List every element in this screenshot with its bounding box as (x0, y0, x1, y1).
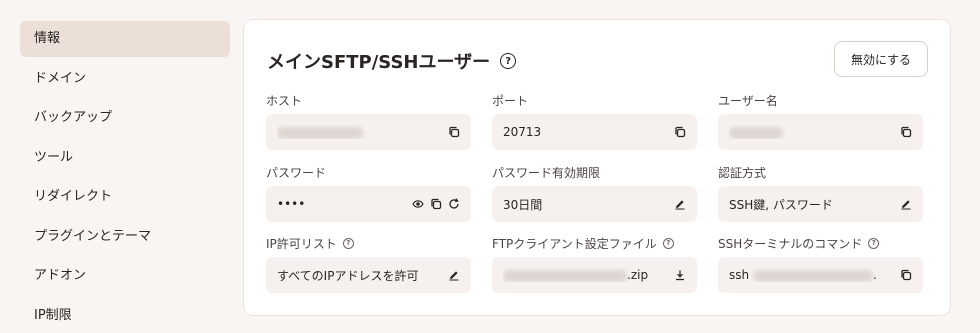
copy-icon[interactable] (429, 197, 443, 211)
sidebar: 情報 ドメイン バックアップ ツール リダイレクト プラグインとテーマ アドオン… (20, 21, 230, 333)
port-box: 20713 (492, 114, 697, 150)
sidebar-item-redirects[interactable]: リダイレクト (20, 179, 230, 215)
disable-button[interactable]: 無効にする (834, 41, 928, 77)
question-circle-icon[interactable]: ? (500, 53, 517, 69)
ftp-config-field: FTPクライアント設定ファイル ? .zip (492, 235, 697, 293)
ip-allowlist-box: すべてのIPアドレスを許可 (266, 257, 471, 293)
ip-allowlist-label: IP許可リスト (266, 236, 337, 251)
ssh-command-label-row: SSHターミナルのコマンド ? (718, 235, 923, 251)
edit-icon[interactable] (447, 268, 461, 282)
copy-icon[interactable] (899, 268, 913, 282)
ftp-config-value: .zip (503, 268, 673, 282)
copy-icon[interactable] (673, 125, 687, 139)
password-box: •••• (266, 186, 471, 222)
sidebar-item-info[interactable]: 情報 (20, 21, 230, 57)
port-value: 20713 (503, 125, 542, 139)
ssh-command-suffix: . (872, 268, 877, 282)
username-value-redacted (729, 125, 899, 139)
sidebar-item-plugins-themes[interactable]: プラグインとテーマ (20, 219, 230, 255)
ip-allowlist-label-row: IP許可リスト ? (266, 235, 471, 251)
host-field: ホスト (266, 92, 471, 150)
username-label: ユーザー名 (718, 93, 778, 108)
ssh-command-box: ssh . (718, 257, 923, 293)
question-circle-icon[interactable]: ? (662, 237, 674, 249)
page-title: メインSFTP/SSHユーザー (267, 52, 491, 73)
password-label: パスワード (266, 165, 327, 180)
sidebar-item-ip-deny[interactable]: IP制限 (20, 298, 230, 333)
card-title-row: メインSFTP/SSHユーザー ? (267, 48, 517, 74)
host-label: ホスト (266, 93, 303, 108)
port-field: ポート 20713 (492, 92, 697, 150)
question-circle-icon[interactable]: ? (868, 237, 880, 249)
ip-allowlist-value: すべてのIPアドレスを許可 (277, 268, 419, 283)
refresh-icon[interactable] (447, 197, 461, 211)
sftp-ssh-card: メインSFTP/SSHユーザー ? 無効にする ホスト ポート 20713 ユー… (243, 19, 951, 316)
host-value-redacted (277, 125, 447, 139)
ssh-command-value: ssh . (729, 268, 899, 282)
username-box (718, 114, 923, 150)
sidebar-item-tools[interactable]: ツール (20, 140, 230, 176)
password-expiry-value: 30日間 (503, 197, 543, 212)
ssh-command-label: SSHターミナルのコマンド (718, 236, 863, 251)
sidebar-item-domains[interactable]: ドメイン (20, 61, 230, 97)
question-circle-icon[interactable]: ? (342, 237, 354, 249)
ssh-command-field: SSHターミナルのコマンド ? ssh . (718, 235, 923, 293)
edit-icon[interactable] (673, 197, 687, 211)
sidebar-item-addons[interactable]: アドオン (20, 258, 230, 294)
ftp-config-label: FTPクライアント設定ファイル (492, 236, 657, 251)
port-label: ポート (492, 93, 529, 108)
auth-method-box: SSH鍵, パスワード (718, 186, 923, 222)
ftp-config-label-row: FTPクライアント設定ファイル ? (492, 235, 697, 251)
auth-method-label: 認証方式 (718, 165, 767, 180)
copy-icon[interactable] (447, 125, 461, 139)
password-expiry-box: 30日間 (492, 186, 697, 222)
auth-method-value: SSH鍵, パスワード (729, 197, 833, 212)
ssh-command-prefix: ssh (729, 268, 750, 282)
password-field: パスワード •••• (266, 164, 471, 222)
sidebar-item-backups[interactable]: バックアップ (20, 100, 230, 136)
password-value: •••• (277, 197, 306, 211)
eye-icon[interactable] (411, 197, 425, 211)
download-icon[interactable] (673, 268, 687, 282)
host-box (266, 114, 471, 150)
ftp-config-suffix: .zip (627, 268, 649, 282)
auth-method-field: 認証方式 SSH鍵, パスワード (718, 164, 923, 222)
ip-allowlist-field: IP許可リスト ? すべてのIPアドレスを許可 (266, 235, 471, 293)
edit-icon[interactable] (899, 197, 913, 211)
password-expiry-field: パスワード有効期限 30日間 (492, 164, 697, 222)
password-expiry-label: パスワード有効期限 (492, 165, 601, 180)
ftp-config-box: .zip (492, 257, 697, 293)
username-field: ユーザー名 (718, 92, 923, 150)
copy-icon[interactable] (899, 125, 913, 139)
